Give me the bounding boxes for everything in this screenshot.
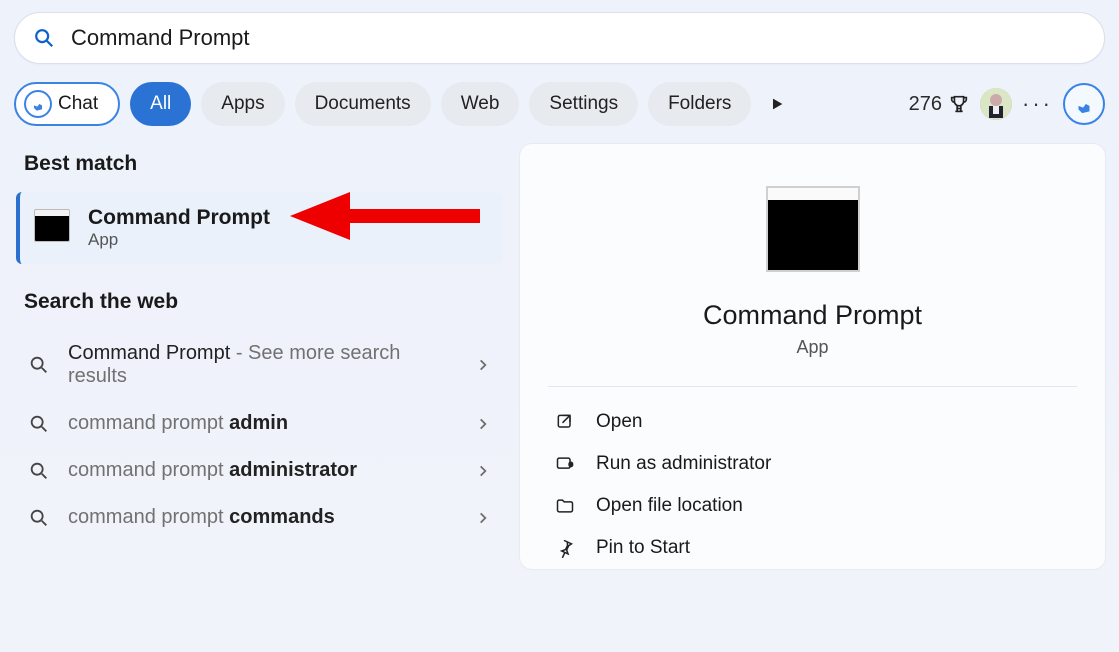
open-icon	[554, 411, 576, 433]
trophy-icon	[948, 93, 970, 115]
shield-icon	[554, 453, 576, 475]
filter-apps[interactable]: Apps	[201, 82, 284, 126]
filter-documents[interactable]: Documents	[295, 82, 431, 126]
search-icon	[28, 507, 50, 529]
action-open[interactable]: Open	[548, 401, 1077, 443]
best-match-subtitle: App	[88, 230, 270, 250]
chevron-right-icon	[476, 358, 490, 372]
more-options[interactable]: ···	[1022, 91, 1053, 117]
filter-folders[interactable]: Folders	[648, 82, 751, 126]
best-match-item[interactable]: Command Prompt App	[16, 192, 502, 264]
filter-row: Chat All Apps Documents Web Settings Fol…	[0, 64, 1119, 126]
folder-icon	[554, 495, 576, 517]
rewards-points[interactable]: 276	[909, 93, 970, 116]
preview-subtitle: App	[548, 337, 1077, 358]
best-match-heading: Best match	[24, 152, 504, 176]
web-result[interactable]: command prompt administrator	[14, 447, 504, 494]
search-icon	[28, 413, 50, 435]
results-column: Best match Command Prompt App Search the…	[14, 144, 504, 569]
chevron-right-icon	[476, 417, 490, 431]
search-input[interactable]	[69, 24, 1086, 52]
action-run-admin-label: Run as administrator	[596, 453, 771, 475]
web-result[interactable]: command prompt admin	[14, 400, 504, 447]
action-open-location[interactable]: Open file location	[548, 485, 1077, 527]
pin-icon	[554, 537, 576, 559]
filter-more-scroll[interactable]	[761, 88, 793, 120]
search-icon	[28, 354, 50, 376]
content-area: Best match Command Prompt App Search the…	[0, 126, 1119, 569]
preview-title: Command Prompt	[548, 300, 1077, 331]
bing-orb-icon[interactable]	[1063, 83, 1105, 125]
user-avatar[interactable]	[980, 88, 1012, 120]
search-web-heading: Search the web	[24, 290, 504, 314]
filter-web[interactable]: Web	[441, 82, 520, 126]
command-prompt-preview-icon	[766, 196, 860, 272]
action-run-admin[interactable]: Run as administrator	[548, 443, 1077, 485]
search-icon	[28, 460, 50, 482]
filter-settings[interactable]: Settings	[529, 82, 638, 126]
points-value: 276	[909, 93, 942, 116]
preview-panel: Command Prompt App Open Run as administr…	[520, 144, 1105, 569]
best-match-title: Command Prompt	[88, 206, 270, 230]
divider	[548, 386, 1077, 387]
filter-all[interactable]: All	[130, 82, 191, 126]
chat-label: Chat	[58, 93, 98, 115]
command-prompt-icon	[34, 214, 70, 242]
action-pin-start[interactable]: Pin to Start	[548, 527, 1077, 569]
annotation-arrow	[290, 186, 480, 246]
chevron-right-icon	[476, 464, 490, 478]
chat-pill[interactable]: Chat	[14, 82, 120, 126]
web-result[interactable]: Command Prompt - See more search results	[14, 330, 504, 400]
search-icon	[33, 27, 55, 49]
web-result[interactable]: command prompt commands	[14, 494, 504, 541]
action-open-location-label: Open file location	[596, 495, 743, 517]
action-open-label: Open	[596, 411, 642, 433]
bing-chat-icon	[24, 90, 52, 118]
search-bar[interactable]	[14, 12, 1105, 64]
action-pin-start-label: Pin to Start	[596, 537, 690, 559]
chevron-right-icon	[476, 511, 490, 525]
